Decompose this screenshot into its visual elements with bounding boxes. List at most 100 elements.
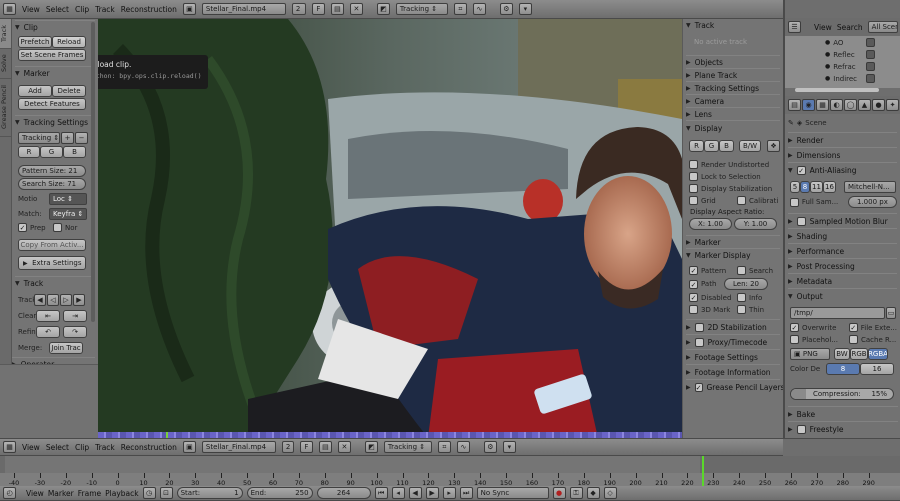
normalize-checkbox[interactable] [53,223,62,232]
unlink-icon[interactable]: ✕ [349,3,363,15]
aa-filter-select[interactable]: Mitchell-N... [844,181,896,193]
pivot-icon[interactable]: ⚙ [483,441,497,453]
outliner-menu-search[interactable]: Search [837,23,863,32]
panel-post-processing-header[interactable]: ▶ Post Processing [788,258,897,273]
clip-browse-icon[interactable]: ▣ [182,441,196,453]
panel-render-header[interactable]: ▶ Render [788,132,897,147]
overwrite-checkbox[interactable]: ✓ [790,323,799,332]
color-depth-16[interactable]: 16 [860,363,894,375]
mode-select[interactable]: Tracking ⇕ [383,441,432,453]
insert-keyframe-icon[interactable]: ◆ [586,487,600,499]
panel-2d-stabilization-header[interactable]: ▶ 2D Stabilization [686,319,780,334]
output-path-field[interactable]: /tmp/ [790,307,885,319]
clear-before-button[interactable]: ⇤ [36,310,60,322]
record-icon[interactable]: ● [552,487,566,499]
lock-to-selection-checkbox[interactable] [689,172,698,181]
play-reverse-icon[interactable]: ◀ [408,487,422,499]
compression-slider[interactable]: Compression: 15% [790,388,894,400]
match-select[interactable]: Keyfra ⇕ [49,208,87,220]
mode-select[interactable]: Tracking ⇕ [395,3,448,15]
end-frame-field[interactable]: End: 250 [246,487,313,499]
disabled-checkbox[interactable]: ✓ [689,293,698,302]
indirec-toggle[interactable] [866,74,876,83]
track-backwards-icon[interactable]: ◀ [34,294,46,306]
proportional-icon[interactable]: ▾ [518,3,532,15]
panel-dimensions-header[interactable]: ▶ Dimensions [788,147,897,162]
panel-display-header[interactable]: ▼ Display [686,120,780,136]
render-layers-tab-icon[interactable]: ▦ [816,99,829,111]
panel-metadata-header[interactable]: ▶ Metadata [788,273,897,288]
thin-checkbox[interactable] [737,305,746,314]
panel-motion-blur-header[interactable]: ▶ Sampled Motion Blur [788,213,897,228]
tab-grease-pencil[interactable]: Grease Pencil [0,79,11,137]
panel-clip-header[interactable]: ▼ Clip [15,20,95,33]
anti-aliasing-checkbox[interactable]: ✓ [796,165,806,175]
file-format-select[interactable]: ▣ PNG [790,348,830,360]
channel-b-toggle[interactable]: B [63,146,86,158]
panel-footage-info-header[interactable]: ▶ Footage Information [686,364,780,379]
pin-icon[interactable]: ✎ [788,119,794,127]
world-tab-icon[interactable]: ◯ [844,99,857,111]
prefetch-button[interactable]: Prefetch [18,36,52,48]
copy-from-active-button[interactable]: Copy From Activ... [18,239,86,251]
panel-track-header[interactable]: ▼ Track [15,276,95,289]
outliner-editor-icon[interactable]: ☰ [788,21,801,33]
tab-solve[interactable]: Solve [0,49,11,79]
ao-toggle[interactable] [866,38,876,47]
delete-keyframe-icon[interactable]: ◇ [603,487,617,499]
prepass-checkbox[interactable]: ✓ [18,223,27,232]
freestyle-checkbox[interactable] [796,424,806,434]
aa-samples-16[interactable]: 16 [823,181,836,193]
scene-tab-icon[interactable]: ◐ [830,99,843,111]
tracking-preset-select[interactable]: Tracking ⇕ [18,132,60,144]
clip-name-field[interactable]: Stellar_Final.mp4 [201,441,276,453]
tab-track[interactable]: Track [0,19,11,49]
preview-range-icon[interactable]: ◷ [142,487,156,499]
menu-frame[interactable]: Frame [78,489,101,498]
view-mode-icon[interactable]: ◩ [376,3,390,15]
calibration-checkbox[interactable] [737,196,746,205]
menu-reconstruction[interactable]: Reconstruction [121,443,177,452]
display-g-toggle[interactable]: G [704,140,719,152]
menu-reconstruction[interactable]: Reconstruction [121,5,177,14]
color-bw-toggle[interactable]: BW [834,348,850,360]
keying-set-icon[interactable]: ⚿ [569,487,583,499]
menu-view[interactable]: View [26,489,44,498]
panel-shading-header[interactable]: ▶ Shading [788,228,897,243]
jump-end-icon[interactable]: ⏭ [459,487,473,499]
menu-track[interactable]: Track [95,443,115,452]
grease-pencil-checkbox[interactable]: ✓ [694,382,703,392]
display-r-toggle[interactable]: R [689,140,704,152]
render-undistorted-checkbox[interactable] [689,160,698,169]
clear-after-button[interactable]: ⇥ [63,310,87,322]
editor-type-icon[interactable]: ▦ [3,441,16,453]
color-depth-8[interactable]: 8 [826,363,860,375]
panel-marker-props-header[interactable]: ▶ Marker [686,235,780,248]
aspect-y-field[interactable]: Y: 1.00 [734,218,777,230]
track-next-frame-icon[interactable]: ▷ [60,294,72,306]
motion-model-select[interactable]: Loc ⇕ [49,193,87,205]
menu-clip[interactable]: Clip [75,5,89,14]
aa-samples-8[interactable]: 8 [800,181,810,193]
pattern-checkbox[interactable]: ✓ [689,266,698,275]
file-extensions-checkbox[interactable]: ✓ [848,323,858,332]
proportional-icon[interactable]: ▾ [502,441,516,453]
motion-blur-checkbox[interactable] [796,216,806,226]
pivot-icon[interactable]: ⚙ [499,3,513,15]
color-rgba-toggle[interactable]: RGBA [868,348,888,360]
menu-select[interactable]: Select [46,443,69,452]
menu-track[interactable]: Track [95,5,115,14]
display-alpha-icon[interactable]: ❖ [767,140,780,152]
editor-type-icon[interactable]: ◴ [3,487,16,499]
panel-camera-header[interactable]: ▶ Camera [686,94,780,107]
folder-icon[interactable]: ▭ [886,307,896,319]
outliner-item-reflec[interactable]: Reflec [833,51,863,59]
menu-select[interactable]: Select [46,5,69,14]
3d-markers-checkbox[interactable] [689,305,698,314]
panel-objects-header[interactable]: ▶ Objects [686,55,780,68]
panel-proxy-header[interactable]: ▶ Proxy/Timecode [686,334,780,349]
current-frame-indicator[interactable] [702,456,704,486]
lock-icon[interactable]: ⊡ [159,487,173,499]
render-tab-icon[interactable]: ◉ [802,99,815,111]
panel-lens-header[interactable]: ▶ Lens [686,107,780,120]
